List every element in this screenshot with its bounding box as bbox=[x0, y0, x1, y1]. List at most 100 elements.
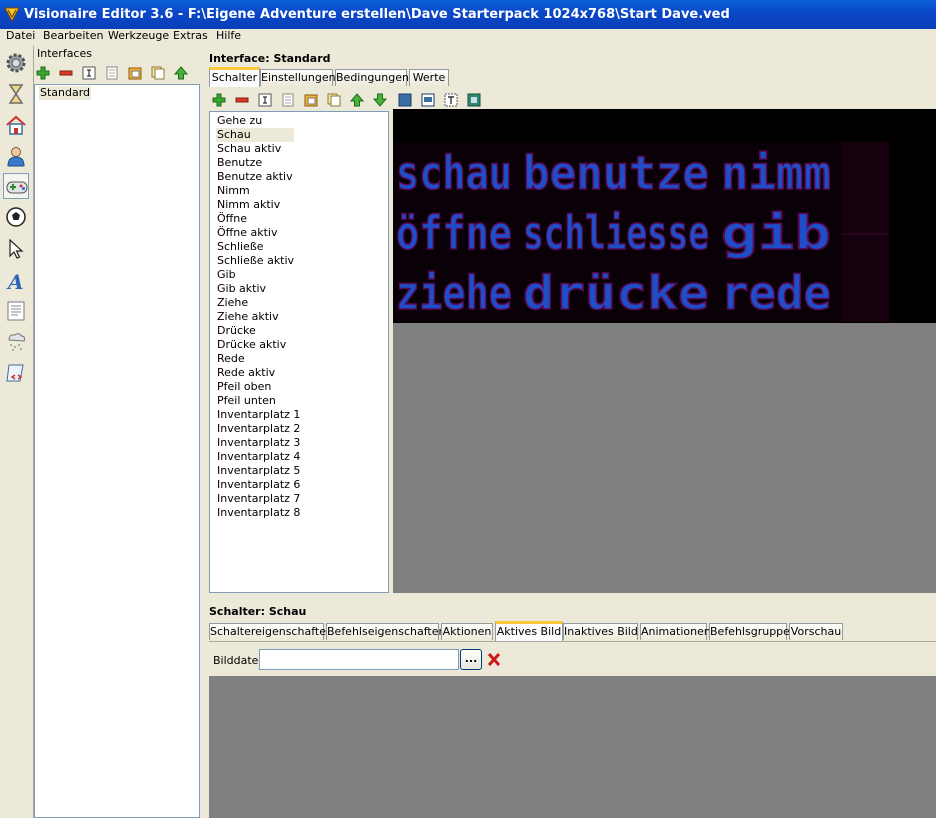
buttons-list[interactable]: Gehe zu Schau Schau aktiv Benutze Benutze ak… bbox=[209, 111, 389, 593]
sidebar-objects[interactable] bbox=[3, 204, 29, 230]
list-item[interactable]: Ziehe aktiv bbox=[216, 310, 280, 324]
list-item[interactable]: Rede bbox=[216, 352, 246, 366]
tab-aktives-bild[interactable]: Aktives Bild bbox=[495, 621, 563, 641]
tab-werte[interactable]: Werte bbox=[409, 69, 449, 86]
sidebar-texts[interactable] bbox=[3, 298, 29, 324]
menu-hilfe[interactable]: Hilfe bbox=[216, 29, 241, 43]
list-item[interactable]: Ziehe bbox=[216, 296, 249, 310]
tab-befehlseigenschaften[interactable]: Befehlseigenschaften bbox=[326, 623, 445, 640]
menu-bearbeiten[interactable]: Bearbeiten bbox=[43, 29, 103, 43]
sidebar-settings[interactable] bbox=[3, 50, 29, 76]
remove-icon bbox=[59, 70, 73, 76]
list-item[interactable]: Schau aktiv bbox=[216, 142, 282, 156]
text-area-icon bbox=[444, 93, 458, 107]
sidebar-time[interactable] bbox=[3, 81, 29, 107]
interfaces-list[interactable]: Standard bbox=[34, 84, 200, 818]
list-item[interactable]: Benutze aktiv bbox=[216, 170, 294, 184]
copy-button-button[interactable] bbox=[279, 91, 297, 109]
sidebar-fonts[interactable]: A bbox=[3, 268, 29, 294]
list-item[interactable]: Inventarplatz 1 bbox=[216, 408, 301, 422]
move-up-interface-button[interactable] bbox=[172, 64, 190, 82]
clear-file-button[interactable] bbox=[484, 649, 504, 670]
tab-schalter[interactable]: Schalter bbox=[209, 67, 260, 87]
sidebar-scripts[interactable] bbox=[3, 360, 29, 386]
rename-button-button[interactable] bbox=[256, 91, 274, 109]
close-icon bbox=[487, 652, 501, 667]
duplicate-button-button[interactable] bbox=[325, 91, 343, 109]
remove-button-button[interactable] bbox=[233, 91, 251, 109]
list-item[interactable]: Benutze bbox=[216, 156, 263, 170]
particles-icon bbox=[8, 333, 26, 351]
move-down-icon bbox=[373, 93, 387, 107]
list-item[interactable]: Drücke aktiv bbox=[216, 338, 287, 352]
svg-text:A: A bbox=[6, 270, 24, 292]
tab-aktionen[interactable]: Aktionen bbox=[441, 623, 493, 640]
list-item[interactable]: Nimm bbox=[216, 184, 251, 198]
interface-preview[interactable]: schau benutze nimm öffne schliesse gib ziehe dr… bbox=[393, 109, 936, 593]
tab-befehlsgruppe[interactable]: Befehlsgruppe bbox=[709, 623, 790, 640]
image-file-field[interactable] bbox=[259, 649, 459, 670]
duplicate-interface-button[interactable] bbox=[149, 64, 167, 82]
copy-interface-button[interactable] bbox=[103, 64, 121, 82]
list-item[interactable]: Gib aktiv bbox=[216, 282, 267, 296]
tab-vorschau[interactable]: Vorschau bbox=[789, 623, 843, 640]
menu-werkzeuge[interactable]: Werkzeuge bbox=[108, 29, 169, 43]
rename-interface-button[interactable] bbox=[80, 64, 98, 82]
menu-datei[interactable]: Datei bbox=[6, 29, 35, 43]
sidebar-characters[interactable] bbox=[3, 143, 29, 169]
list-item[interactable]: Gib bbox=[216, 268, 237, 282]
pointer-icon bbox=[9, 238, 24, 259]
list-item[interactable]: Standard bbox=[39, 86, 92, 100]
text-area-button[interactable] bbox=[442, 91, 460, 109]
ball-icon bbox=[6, 207, 26, 227]
list-item[interactable]: Pfeil unten bbox=[216, 394, 277, 408]
list-item[interactable]: Inventarplatz 4 bbox=[216, 450, 301, 464]
center-button[interactable] bbox=[465, 91, 483, 109]
tab-einstellungen[interactable]: Einstellungen bbox=[260, 69, 336, 86]
remove-interface-button[interactable] bbox=[57, 64, 75, 82]
list-item[interactable]: Inventarplatz 2 bbox=[216, 422, 301, 436]
list-item[interactable]: Inventarplatz 6 bbox=[216, 478, 301, 492]
paste-interface-button[interactable] bbox=[126, 64, 144, 82]
move-up-icon bbox=[174, 66, 188, 80]
rename-icon bbox=[258, 93, 272, 107]
list-item[interactable]: Inventarplatz 7 bbox=[216, 492, 301, 506]
move-down-button[interactable] bbox=[371, 91, 389, 109]
buttons-toolbar bbox=[210, 91, 490, 109]
list-item[interactable]: Schließe bbox=[216, 240, 265, 254]
add-interface-button[interactable] bbox=[34, 64, 52, 82]
edit-area-button[interactable] bbox=[419, 91, 437, 109]
tab-bedingungen[interactable]: Bedingungen bbox=[335, 69, 409, 86]
sidebar-particles[interactable] bbox=[3, 328, 29, 354]
list-item[interactable]: Schau bbox=[216, 128, 294, 142]
move-up-button[interactable] bbox=[348, 91, 366, 109]
remove-icon bbox=[235, 97, 249, 103]
browse-file-button[interactable]: ... bbox=[460, 649, 482, 670]
list-item[interactable]: Inventarplatz 5 bbox=[216, 464, 301, 478]
tab-schaltereigenschaften[interactable]: Schaltereigenschaften bbox=[209, 623, 333, 640]
sidebar-scenes[interactable] bbox=[3, 112, 29, 138]
select-area-button[interactable] bbox=[396, 91, 414, 109]
select-area-icon bbox=[398, 93, 412, 107]
list-item[interactable]: Öffne bbox=[216, 212, 248, 226]
interface-sprite-image: schau benutze nimm öffne schliesse gib ziehe dr… bbox=[393, 109, 936, 323]
list-item[interactable]: Schließe aktiv bbox=[216, 254, 295, 268]
list-item[interactable]: Drücke bbox=[216, 324, 257, 338]
sidebar-interfaces[interactable] bbox=[3, 173, 29, 199]
list-item[interactable]: Gehe zu bbox=[216, 114, 263, 128]
person-icon bbox=[7, 147, 25, 167]
list-item[interactable]: Öffne aktiv bbox=[216, 226, 278, 240]
gamepad-icon bbox=[6, 181, 28, 194]
tab-animationen[interactable]: Animationen bbox=[640, 623, 711, 640]
list-item[interactable]: Nimm aktiv bbox=[216, 198, 281, 212]
list-item[interactable]: Inventarplatz 3 bbox=[216, 436, 301, 450]
list-item[interactable]: Inventarplatz 8 bbox=[216, 506, 301, 520]
menu-extras[interactable]: Extras bbox=[173, 29, 208, 43]
sidebar-cursors[interactable] bbox=[3, 236, 29, 262]
tab-inaktives-bild[interactable]: Inaktives Bild bbox=[563, 623, 638, 640]
list-item[interactable]: Pfeil oben bbox=[216, 380, 272, 394]
edit-area-icon bbox=[421, 93, 435, 107]
paste-button-button[interactable] bbox=[302, 91, 320, 109]
add-button-button[interactable] bbox=[210, 91, 228, 109]
list-item[interactable]: Rede aktiv bbox=[216, 366, 276, 380]
